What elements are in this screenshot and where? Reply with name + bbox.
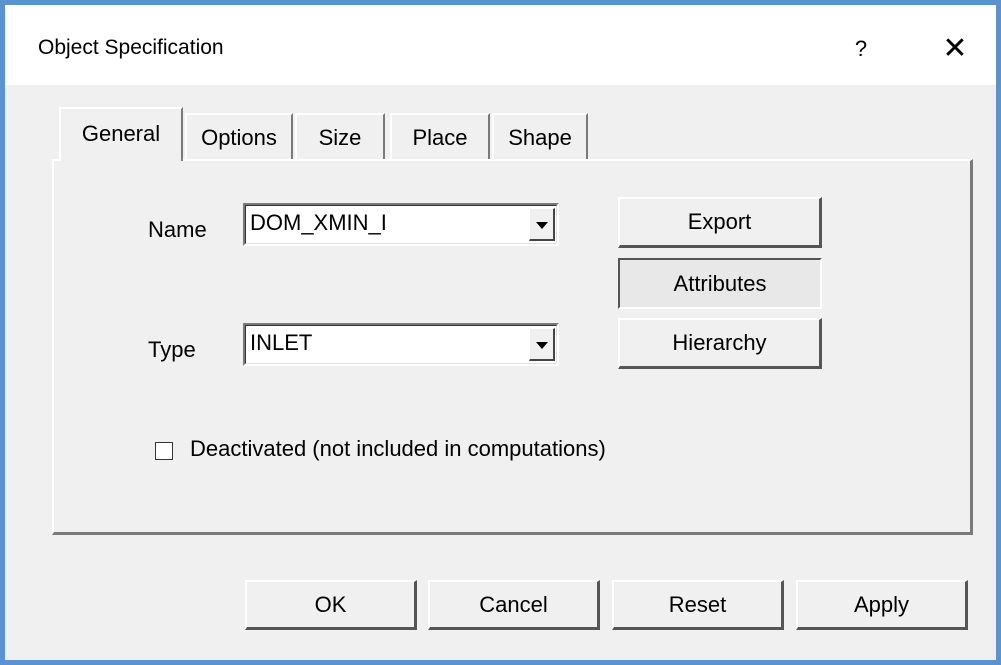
type-combobox[interactable]: INLET xyxy=(243,323,559,366)
chevron-down-icon[interactable] xyxy=(529,208,555,241)
hierarchy-button[interactable]: Hierarchy xyxy=(618,318,822,369)
tab-size[interactable]: Size xyxy=(295,113,385,159)
tab-shape[interactable]: Shape xyxy=(492,113,588,159)
window-title: Object Specification xyxy=(38,36,224,59)
chevron-down-icon[interactable] xyxy=(529,328,555,361)
reset-button[interactable]: Reset xyxy=(612,580,784,630)
tab-options[interactable]: Options xyxy=(185,113,293,159)
deactivated-checkbox[interactable] xyxy=(155,442,173,460)
cancel-button[interactable]: Cancel xyxy=(428,580,600,630)
close-button[interactable]: ✕ xyxy=(930,29,980,69)
deactivated-label: Deactivated (not included in computation… xyxy=(190,436,606,461)
type-label: Type xyxy=(148,337,196,362)
apply-button[interactable]: Apply xyxy=(796,580,968,630)
tab-general[interactable]: General xyxy=(59,107,183,161)
object-specification-dialog: Object Specification ? ✕ General Options… xyxy=(0,0,1001,665)
title-bar: Object Specification ? ✕ xyxy=(5,5,996,85)
ok-button[interactable]: OK xyxy=(245,580,417,630)
attributes-button[interactable]: Attributes xyxy=(618,258,822,309)
type-value: INLET xyxy=(250,330,313,355)
help-button[interactable]: ? xyxy=(841,31,881,67)
name-value: DOM_XMIN_I xyxy=(250,210,387,235)
export-button[interactable]: Export xyxy=(618,197,822,248)
name-combobox[interactable]: DOM_XMIN_I xyxy=(243,203,559,246)
tab-place[interactable]: Place xyxy=(390,113,490,159)
name-label: Name xyxy=(148,217,207,242)
